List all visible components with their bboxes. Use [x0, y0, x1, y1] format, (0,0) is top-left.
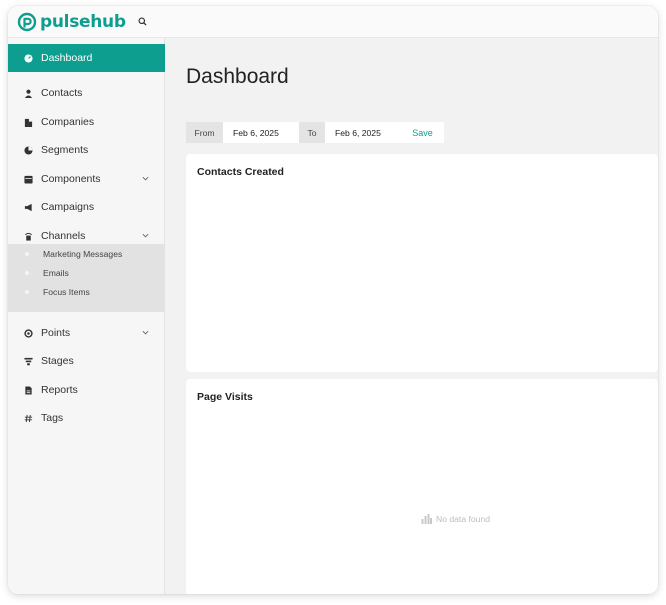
sidebar-item-tags[interactable]: Tags [8, 404, 165, 432]
submenu-item-emails[interactable]: Emails [8, 263, 165, 282]
pie-chart-icon [23, 145, 33, 155]
sidebar-item-label: Tags [41, 412, 64, 424]
top-bar: pulsehub [8, 6, 658, 38]
sidebar: Dashboard Contacts Companies Segments Co [8, 38, 165, 594]
sidebar-item-dashboard[interactable]: Dashboard [8, 44, 165, 72]
from-label: From [186, 122, 223, 143]
submenu-item-label: Emails [43, 267, 69, 278]
sidebar-item-label: Points [41, 327, 71, 339]
to-date-input[interactable] [325, 122, 401, 143]
sidebar-item-label: Channels [41, 230, 86, 242]
building-icon [23, 117, 33, 127]
card-title: Page Visits [197, 391, 253, 403]
save-button[interactable]: Save [401, 122, 444, 143]
brand-name: pulsehub [40, 12, 126, 32]
sidebar-item-components[interactable]: Components [8, 165, 165, 193]
search-button[interactable] [136, 15, 148, 27]
megaphone-icon [23, 202, 33, 212]
sidebar-item-label: Stages [41, 355, 74, 367]
submenu-item-marketing-messages[interactable]: Marketing Messages [8, 244, 165, 263]
date-range-filter: From To Save [186, 122, 444, 143]
logo[interactable]: pulsehub [17, 11, 126, 33]
points-icon [23, 328, 33, 338]
sidebar-item-contacts[interactable]: Contacts [8, 79, 165, 107]
sidebar-item-label: Reports [41, 384, 78, 396]
channels-submenu: Marketing Messages Emails Focus Items [8, 244, 165, 312]
empty-state-text: No data found [436, 514, 490, 524]
sidebar-item-points[interactable]: Points [8, 319, 165, 347]
chevron-down-icon [142, 330, 149, 335]
person-icon [23, 88, 33, 98]
bullet-icon [25, 251, 29, 256]
main-content: Dashboard From To Save Contacts Created … [165, 38, 658, 594]
sidebar-item-label: Segments [41, 144, 89, 156]
page-title: Dashboard [186, 65, 289, 88]
from-date-input[interactable] [223, 122, 299, 143]
page-visits-card: Page Visits No data found [186, 379, 658, 594]
sidebar-item-label: Companies [41, 116, 95, 128]
to-label: To [299, 122, 325, 143]
sidebar-item-segments[interactable]: Segments [8, 136, 165, 164]
report-icon [23, 385, 33, 395]
sidebar-item-campaigns[interactable]: Campaigns [8, 193, 165, 221]
sidebar-item-label: Campaigns [41, 201, 95, 213]
sidebar-item-label: Components [41, 173, 101, 185]
sidebar-item-reports[interactable]: Reports [8, 376, 165, 404]
bullet-icon [25, 289, 29, 294]
card-title: Contacts Created [197, 166, 284, 178]
bullet-icon [25, 270, 29, 275]
empty-state: No data found [421, 514, 490, 524]
sidebar-item-label: Dashboard [41, 52, 93, 64]
contacts-created-card: Contacts Created [186, 154, 658, 372]
calendar-icon [23, 174, 33, 184]
chevron-down-icon [142, 233, 149, 238]
app-window: pulsehub Dashboard Contacts Companies Se… [8, 6, 658, 594]
search-icon [137, 16, 147, 26]
channels-icon [23, 231, 33, 241]
pulsehub-logo-icon [17, 12, 37, 32]
sidebar-item-label: Contacts [41, 87, 83, 99]
chevron-down-icon [142, 176, 149, 181]
sidebar-item-companies[interactable]: Companies [8, 108, 165, 136]
submenu-item-label: Marketing Messages [43, 248, 123, 259]
filter-icon [23, 356, 33, 366]
submenu-item-focus-items[interactable]: Focus Items [8, 282, 165, 301]
sidebar-item-stages[interactable]: Stages [8, 347, 165, 375]
dashboard-icon [23, 53, 33, 63]
bar-chart-icon [421, 514, 432, 524]
hash-icon [23, 413, 33, 423]
submenu-item-label: Focus Items [43, 286, 90, 297]
